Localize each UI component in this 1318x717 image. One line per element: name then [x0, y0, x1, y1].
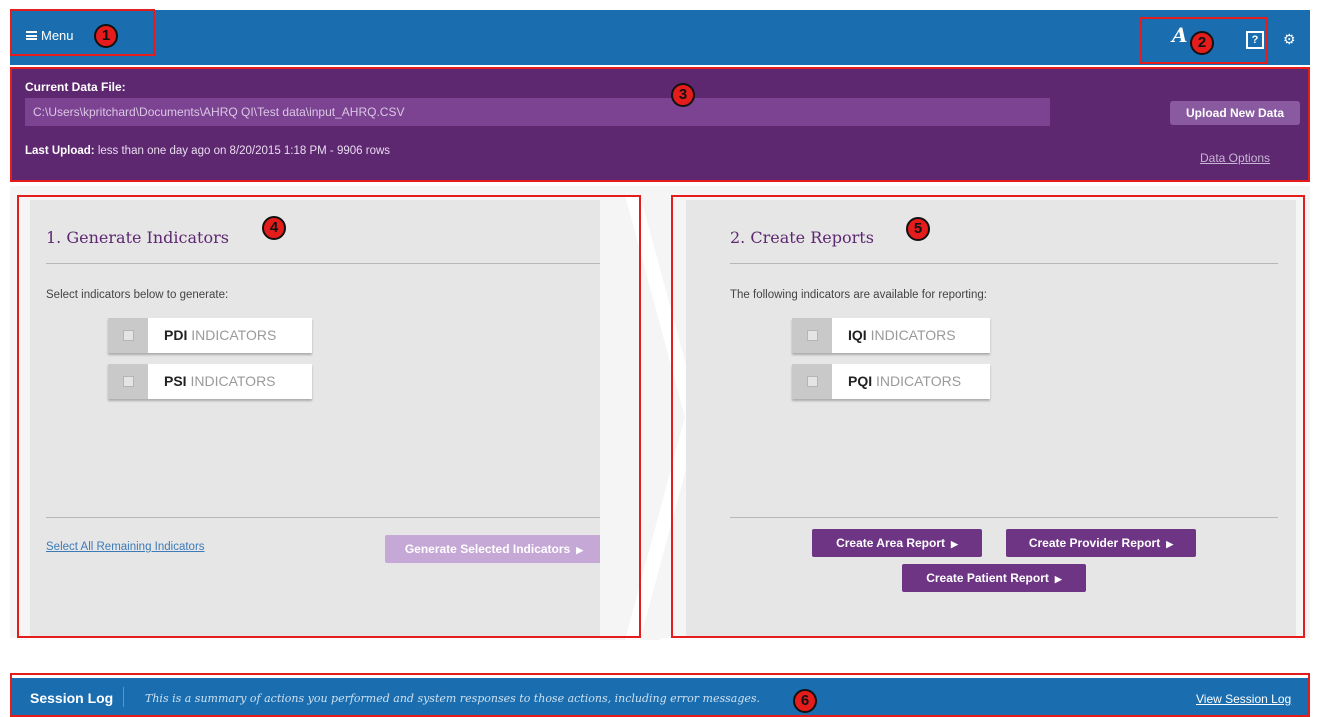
callout-3: 3 [671, 83, 695, 107]
top-bar: Menu A ? ⚙ [10, 10, 1310, 65]
annotation-box-data-file [10, 67, 1310, 182]
annotation-box-reports [671, 195, 1305, 638]
callout-2: 2 [1190, 31, 1214, 55]
annotation-box-session-log [10, 673, 1310, 717]
page: Menu A ? ⚙ Current Data File: C:\Users\k… [0, 0, 1318, 717]
callout-5: 5 [906, 217, 930, 241]
annotation-box-generate [17, 195, 641, 638]
annotation-box-menu [10, 9, 155, 56]
callout-1: 1 [94, 24, 118, 48]
callout-4: 4 [262, 216, 286, 240]
gear-icon[interactable]: ⚙ [1283, 32, 1296, 46]
callout-6: 6 [793, 689, 817, 713]
